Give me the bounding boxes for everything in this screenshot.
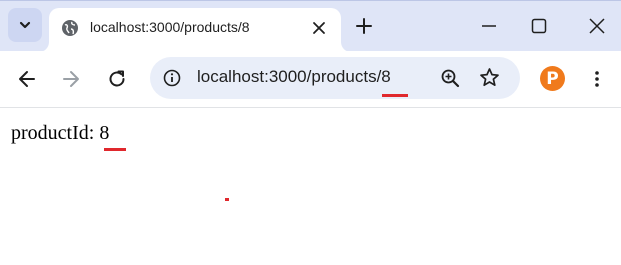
tab-search-button[interactable] bbox=[8, 8, 42, 42]
product-id-label: productId: bbox=[11, 122, 95, 144]
active-tab[interactable]: localhost:3000/products/8 bbox=[49, 8, 341, 52]
more-vert-icon[interactable] bbox=[587, 69, 607, 89]
url-text[interactable]: localhost:3000/products/8 bbox=[197, 67, 391, 87]
address-bar[interactable]: localhost:3000/products/8 bbox=[150, 57, 520, 99]
plus-icon[interactable] bbox=[354, 16, 374, 36]
tab-strip: localhost:3000/products/8 bbox=[0, 0, 621, 52]
arrow-right-icon[interactable] bbox=[60, 68, 82, 90]
url-param-highlight bbox=[382, 94, 408, 97]
globe-icon bbox=[62, 20, 78, 36]
zoom-in-icon[interactable] bbox=[440, 68, 460, 88]
page-content: productId: 8 bbox=[0, 108, 621, 265]
info-icon[interactable] bbox=[163, 69, 181, 87]
tab-title: localhost:3000/products/8 bbox=[90, 19, 250, 35]
product-id-line: productId: 8 bbox=[11, 122, 109, 145]
product-id-value: 8 bbox=[99, 122, 110, 144]
close-window-icon[interactable] bbox=[588, 17, 606, 35]
value-highlight bbox=[104, 148, 126, 151]
extension-icon[interactable]: P bbox=[540, 66, 565, 91]
chevron-down-icon bbox=[19, 21, 31, 29]
maximize-icon[interactable] bbox=[530, 17, 548, 35]
browser-toolbar: localhost:3000/products/8 P bbox=[0, 51, 621, 108]
annotation-dot bbox=[225, 198, 229, 201]
close-tab-icon[interactable] bbox=[311, 20, 327, 36]
star-icon[interactable] bbox=[479, 67, 500, 88]
arrow-left-icon[interactable] bbox=[16, 68, 38, 90]
reload-icon[interactable] bbox=[106, 68, 128, 90]
minimize-icon[interactable] bbox=[480, 17, 498, 35]
